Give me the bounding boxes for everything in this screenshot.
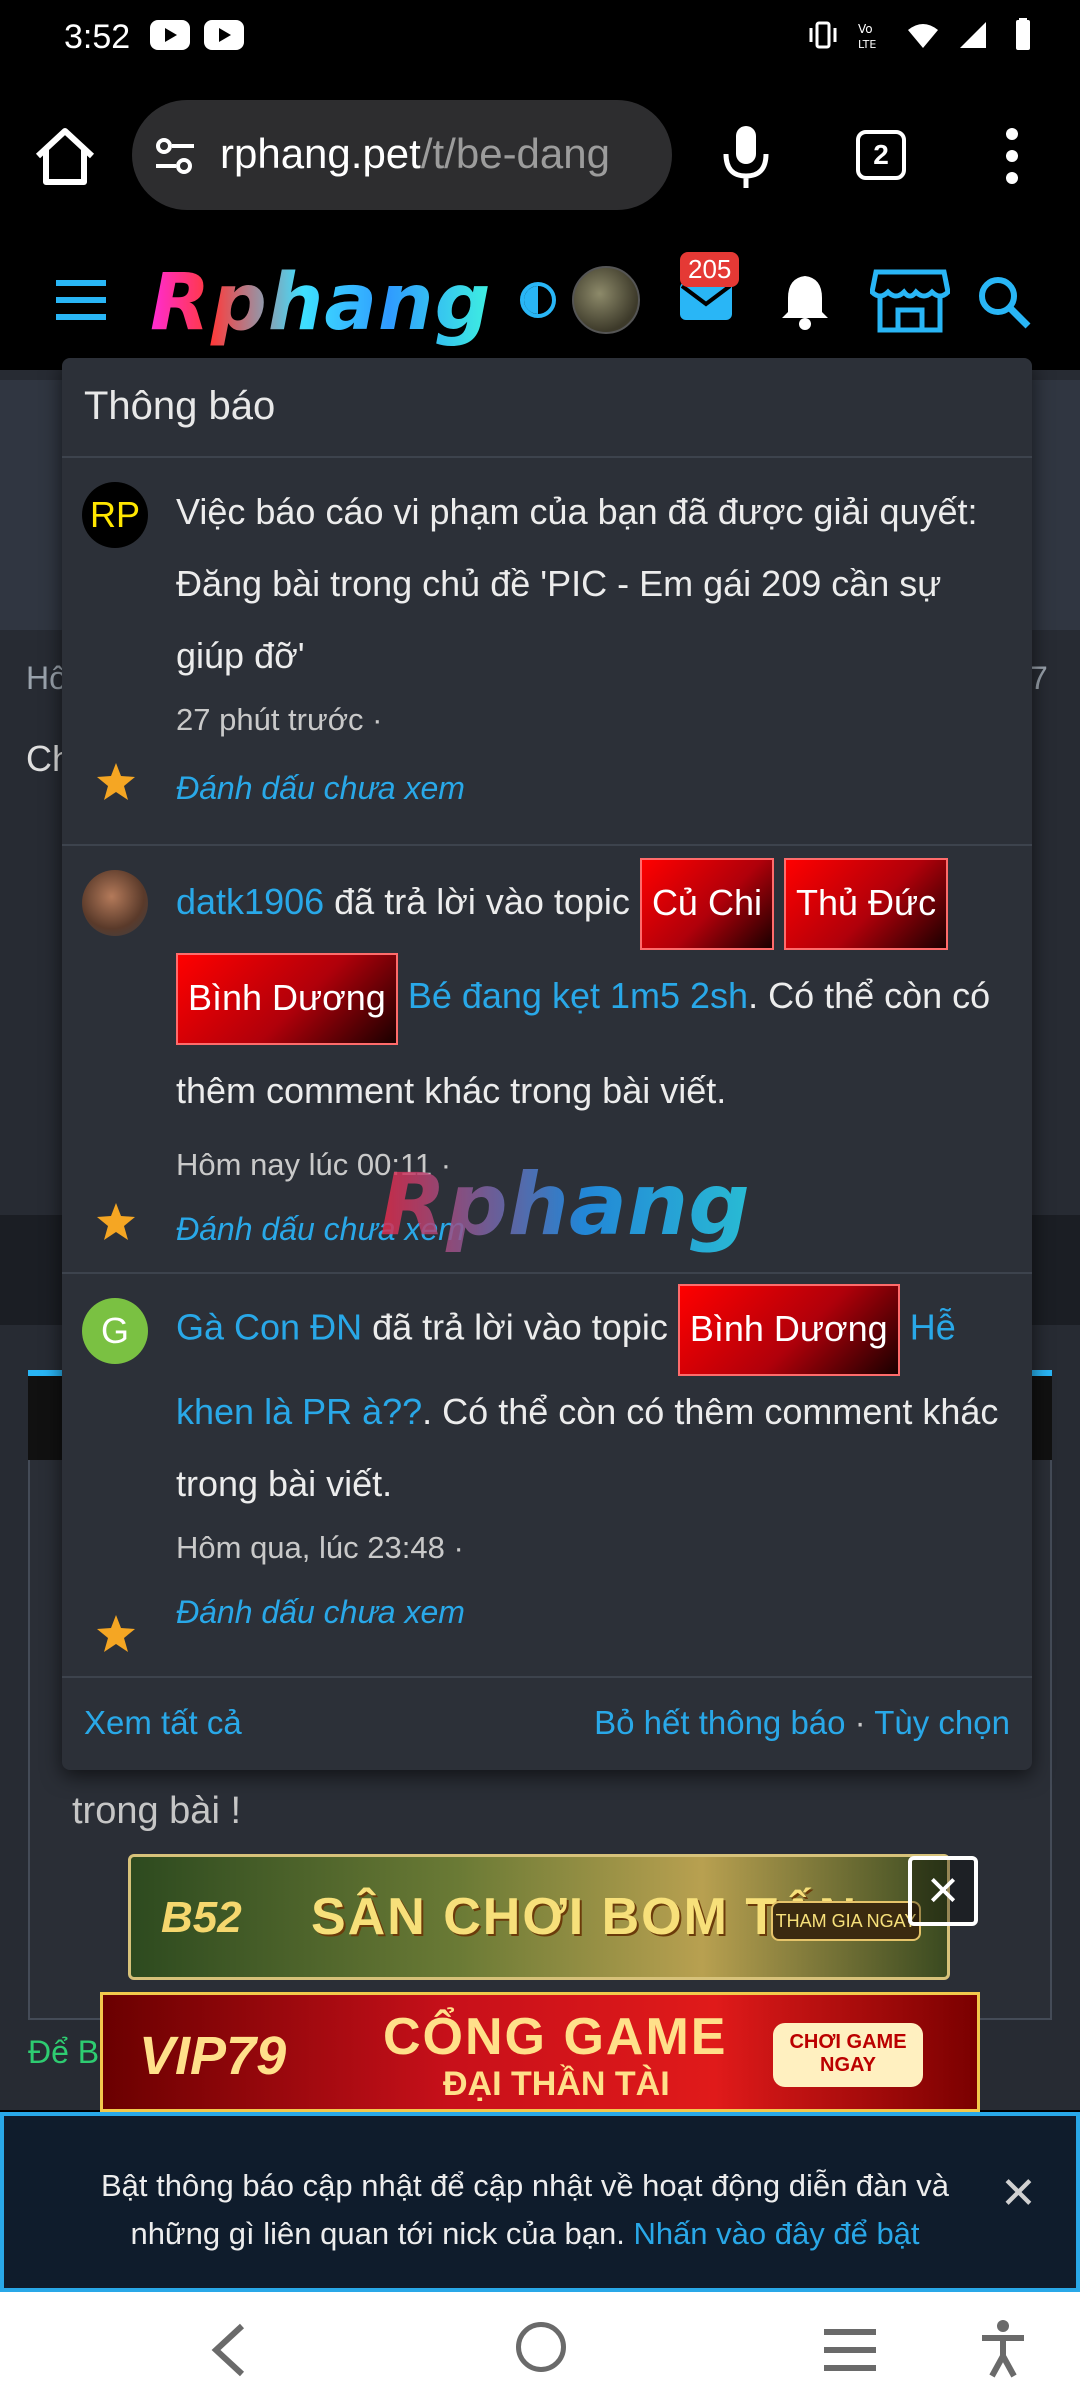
- site-watermark: Rphang: [380, 1155, 750, 1255]
- youtube-icon: [204, 20, 244, 50]
- user-link[interactable]: datk1906: [176, 881, 324, 922]
- topic-tag[interactable]: Bình Dương: [176, 952, 398, 1045]
- footer-actions: Bỏ hết thông báo · Tùy chọn: [594, 1704, 1010, 1741]
- theme-toggle-icon[interactable]: [520, 282, 556, 318]
- notification-title: Thông báo: [62, 358, 1032, 458]
- user-link[interactable]: Gà Con ĐN: [176, 1307, 362, 1348]
- avatar[interactable]: [82, 870, 148, 936]
- search-icon[interactable]: [976, 274, 1032, 330]
- recents-icon[interactable]: [822, 2328, 878, 2372]
- push-banner-text: Bật thông báo cập nhật để cập nhật về ho…: [60, 2162, 990, 2258]
- ad-brand: B52: [161, 1893, 242, 1942]
- youtube-icon: [150, 20, 190, 50]
- ad-title: CỔNG GAME: [383, 2008, 728, 2066]
- ad-cta-button[interactable]: CHƠI GAME NGAY: [773, 2023, 923, 2087]
- ad-subtitle: ĐẠI THẦN TÀI: [443, 2065, 670, 2103]
- accessibility-icon[interactable]: [978, 2318, 1028, 2378]
- address-bar[interactable]: rphang.pet/t/be-dang: [132, 100, 672, 210]
- close-icon[interactable]: ✕: [1000, 2168, 1037, 2219]
- tab-switcher-button[interactable]: 2: [856, 130, 906, 180]
- signal-icon: [960, 22, 986, 48]
- notification-body: Gà Con ĐN đã trả lời vào topic Bình Dươn…: [176, 1284, 1016, 1648]
- notification-text[interactable]: Việc báo cáo vi phạm của bạn đã được giả…: [176, 476, 1016, 692]
- back-icon[interactable]: [208, 2322, 248, 2378]
- bg-text-fragment: 7: [1030, 660, 1048, 696]
- user-avatar[interactable]: [572, 266, 640, 334]
- url-host: rphang.pet: [220, 130, 421, 177]
- star-icon[interactable]: [94, 1612, 138, 1656]
- ad-cta-button[interactable]: THAM GIA NGAY: [771, 1901, 921, 1941]
- notification-item[interactable]: RP Việc báo cáo vi phạm của bạn đã được …: [62, 458, 1032, 846]
- status-time: 3:52: [64, 18, 131, 56]
- enable-push-link[interactable]: Nhấn vào đây để bật: [633, 2216, 919, 2251]
- options-link[interactable]: Tùy chọn: [874, 1704, 1010, 1741]
- status-app-icons: [150, 20, 244, 50]
- status-indicators: Vo LTE: [806, 18, 1040, 52]
- push-notification-banner: Bật thông báo cập nhật để cập nhật về ho…: [0, 2112, 1080, 2292]
- store-icon[interactable]: [870, 266, 950, 336]
- home-icon[interactable]: [30, 122, 100, 192]
- notification-body: Việc báo cáo vi phạm của bạn đã được giả…: [176, 476, 1016, 828]
- view-all-link[interactable]: Xem tất cả: [84, 1704, 242, 1742]
- star-icon[interactable]: [94, 1200, 138, 1244]
- topic-link[interactable]: Bé đang kẹt 1m5 2sh: [408, 975, 748, 1016]
- star-icon[interactable]: [94, 760, 138, 804]
- ad-close-icon[interactable]: ×: [908, 1856, 978, 1926]
- notification-action: đã trả lời vào topic: [334, 881, 630, 922]
- battery-icon: [1016, 18, 1030, 50]
- mail-badge: 205: [680, 252, 740, 287]
- home-nav-icon[interactable]: [516, 2322, 566, 2372]
- notification-action: đã trả lời vào topic: [372, 1306, 668, 1348]
- site-settings-icon[interactable]: [152, 134, 198, 180]
- microphone-icon[interactable]: [718, 122, 774, 192]
- url-path: /t/be-dang: [420, 130, 610, 177]
- notification-footer: Xem tất cả Bỏ hết thông báo · Tùy chọn: [62, 1678, 1032, 1770]
- wifi-icon: [908, 24, 938, 48]
- topic-tag[interactable]: Thủ Đức: [784, 858, 949, 951]
- site-logo[interactable]: Rphang: [150, 258, 491, 348]
- banner-ad-b52[interactable]: B52 SÂN CHƠI BOM TẤN THAM GIA NGAY: [128, 1854, 950, 1980]
- svg-text:LTE: LTE: [858, 38, 876, 51]
- topic-tag[interactable]: Bình Dương: [677, 1284, 900, 1376]
- url-text: rphang.pet/t/be-dang: [220, 130, 610, 178]
- avatar[interactable]: RP: [82, 482, 148, 548]
- bell-icon[interactable]: [778, 272, 832, 330]
- status-bar: 3:52 Vo LTE: [0, 0, 1080, 78]
- bg-text-fragment: Hô: [26, 660, 67, 696]
- browser-toolbar: rphang.pet/t/be-dang 2: [0, 78, 1080, 230]
- bg-post-text: trong bài !: [72, 1790, 241, 1832]
- hamburger-menu-icon[interactable]: [54, 278, 108, 322]
- system-navigation-bar: [0, 2292, 1080, 2408]
- banner-ad-vip79[interactable]: VIP79 CỔNG GAME ĐẠI THẦN TÀI CHƠI GAME N…: [100, 1992, 980, 2112]
- svg-text:Vo: Vo: [858, 22, 873, 36]
- notification-time: 27 phút trước: [176, 702, 364, 737]
- notification-time: Hôm qua, lúc 23:48: [176, 1530, 445, 1565]
- topic-tag[interactable]: Củ Chi: [639, 858, 774, 951]
- site-header: Rphang 205: [0, 230, 1080, 370]
- bg-green-text: Để B: [28, 2034, 100, 2070]
- notification-item[interactable]: G Gà Con ĐN đã trả lời vào topic Bình Dư…: [62, 1274, 1032, 1678]
- more-menu-icon[interactable]: [1000, 126, 1024, 186]
- vibrate-icon: [809, 21, 837, 49]
- avatar[interactable]: G: [82, 1298, 148, 1364]
- notification-dropdown: Thông báo RP Việc báo cáo vi phạm của bạ…: [62, 358, 1032, 1770]
- mark-unread-link[interactable]: Đánh dấu chưa xem: [176, 748, 1016, 828]
- dismiss-all-link[interactable]: Bỏ hết thông báo: [594, 1704, 845, 1741]
- volte-icon: Vo LTE: [858, 22, 876, 51]
- ad-brand: VIP79: [139, 2026, 287, 2086]
- mark-unread-link[interactable]: Đánh dấu chưa xem: [176, 1576, 1016, 1648]
